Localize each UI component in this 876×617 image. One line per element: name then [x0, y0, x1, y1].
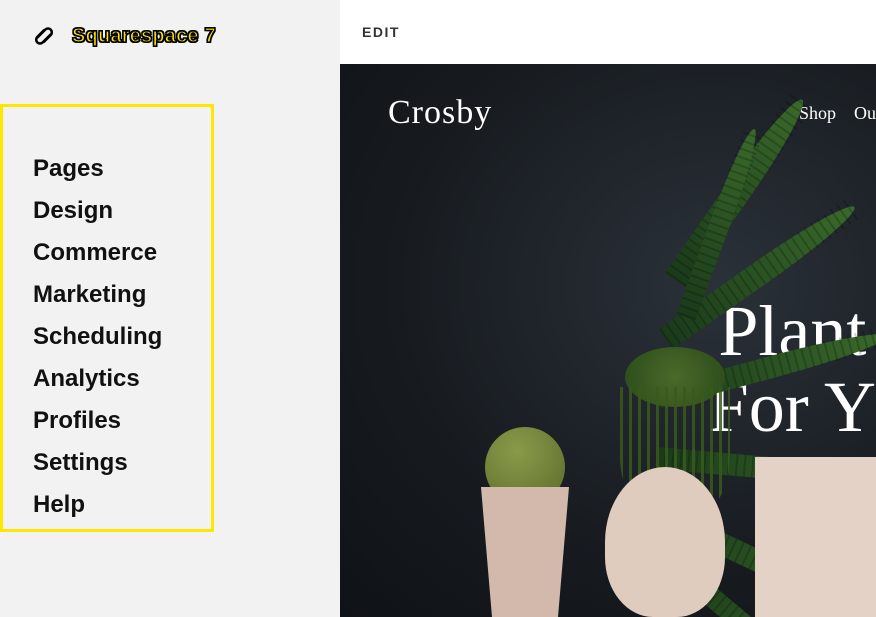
- edit-button[interactable]: EDIT: [362, 24, 400, 40]
- nav-item-scheduling[interactable]: Scheduling: [33, 323, 211, 351]
- nav-item-marketing[interactable]: Marketing: [33, 281, 211, 309]
- nav-item-pages[interactable]: Pages: [33, 155, 211, 183]
- app-root: Squarespace 7 Pages Design Commerce Mark…: [0, 0, 876, 617]
- site-preview-frame[interactable]: Crosby Shop Ou Plant For Y: [340, 64, 876, 617]
- planter-1: [470, 487, 580, 617]
- nav-item-analytics[interactable]: Analytics: [33, 365, 211, 393]
- site-title[interactable]: Crosby: [388, 94, 492, 132]
- preview-toolbar: EDIT: [340, 0, 876, 64]
- planter-3: [755, 457, 876, 617]
- nav-item-design[interactable]: Design: [33, 197, 211, 225]
- nav-item-settings[interactable]: Settings: [33, 449, 211, 477]
- nav-item-help[interactable]: Help: [33, 491, 211, 519]
- hero-plants-illustration: [340, 357, 876, 617]
- nav-item-commerce[interactable]: Commerce: [33, 239, 211, 267]
- site-nav-ourstory[interactable]: Ou: [854, 103, 876, 124]
- site-preview-panel: EDIT Crosby Shop Ou Plant For Y: [340, 0, 876, 617]
- nav-item-profiles[interactable]: Profiles: [33, 407, 211, 435]
- logo-row: Squarespace 7: [30, 22, 216, 50]
- annotation-label: Squarespace 7: [72, 25, 216, 48]
- squarespace-logo-icon: [30, 22, 58, 50]
- admin-sidebar: Squarespace 7 Pages Design Commerce Mark…: [0, 0, 340, 617]
- planter-2: [605, 467, 725, 617]
- main-nav-highlight-box: Pages Design Commerce Marketing Scheduli…: [0, 104, 214, 532]
